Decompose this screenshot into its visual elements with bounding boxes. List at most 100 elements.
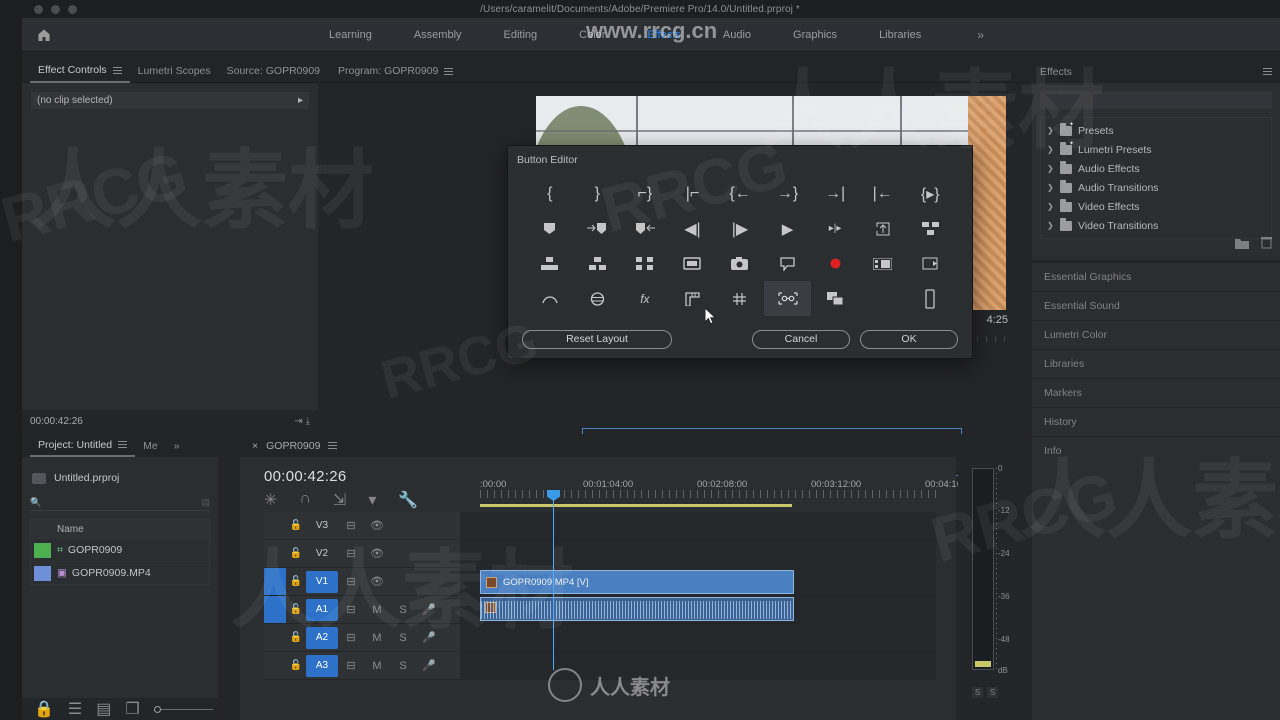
- track-content[interactable]: GOPR0909.MP4 [V]: [460, 568, 936, 595]
- track-target-toggle[interactable]: [264, 652, 286, 679]
- timeline-video-clip[interactable]: GOPR0909.MP4 [V]: [480, 570, 794, 594]
- lock-icon[interactable]: 🔓: [286, 632, 306, 643]
- track-name[interactable]: A1: [306, 598, 338, 621]
- timeline-tabs[interactable]: × GOPR0909: [240, 434, 956, 457]
- timeline-track-a1[interactable]: 🔓 A1 ⊟ M S 🎤: [264, 596, 936, 624]
- microphone-icon[interactable]: 🎤: [416, 603, 442, 616]
- icon-view-icon[interactable]: ▤: [96, 699, 111, 719]
- chevron-right-icon[interactable]: ❯: [1047, 126, 1054, 135]
- go-to-next-edit-icon[interactable]: →|: [811, 176, 859, 211]
- close-icon[interactable]: ×: [252, 440, 258, 452]
- mark-in-icon[interactable]: {: [526, 176, 574, 211]
- timeline-playhead-timecode[interactable]: 00:00:42:26: [264, 468, 347, 485]
- panel-essential-sound[interactable]: Essential Sound: [1032, 291, 1280, 320]
- chevron-right-icon[interactable]: ❯: [1047, 202, 1054, 211]
- mark-out-icon[interactable]: }: [574, 176, 622, 211]
- list-view-icon[interactable]: ☰: [68, 699, 82, 719]
- effect-controls-footer-icons[interactable]: ⇥ ⤓: [294, 416, 310, 427]
- step-forward-icon[interactable]: |▶: [716, 211, 764, 246]
- overwrite-icon[interactable]: [906, 211, 954, 246]
- export-media-icon[interactable]: [669, 246, 717, 281]
- safe-margins-icon[interactable]: [574, 281, 622, 316]
- track-target-toggle[interactable]: [264, 540, 286, 567]
- sync-lock-icon[interactable]: ⊟: [338, 575, 364, 588]
- go-to-out-icon[interactable]: →}: [764, 176, 812, 211]
- workspace-tab-libraries[interactable]: Libraries: [858, 23, 942, 47]
- track-header[interactable]: 🔓 V3 ⊟ 👁: [264, 512, 460, 539]
- track-name[interactable]: V3: [306, 515, 338, 537]
- grid-icon[interactable]: [716, 281, 764, 316]
- timeline-audio-clip[interactable]: [480, 597, 794, 621]
- eye-icon[interactable]: 👁: [364, 547, 390, 560]
- audio-solo-buttons[interactable]: S S: [972, 687, 998, 698]
- mute-icon[interactable]: M: [364, 632, 390, 644]
- table-row[interactable]: ⌗ GOPR0909: [31, 538, 209, 561]
- solo-button-right[interactable]: S: [987, 687, 998, 698]
- track-target-toggle[interactable]: [264, 568, 286, 595]
- effects-item-video-effects[interactable]: ❯ Video Effects: [1041, 197, 1271, 216]
- chevron-right-icon[interactable]: ❯: [1047, 145, 1054, 154]
- workspace-tab-audio[interactable]: Audio: [702, 23, 772, 47]
- sync-lock-icon[interactable]: ⊟: [338, 603, 364, 616]
- panel-lumetri-color[interactable]: Lumetri Color: [1032, 320, 1280, 349]
- sync-lock-icon[interactable]: ⊟: [338, 547, 364, 560]
- workspace-tab-color[interactable]: Color: [558, 23, 626, 47]
- track-header[interactable]: 🔓 A3 ⊟ M S 🎤: [264, 652, 460, 679]
- mark-selection-icon[interactable]: |⌐: [669, 176, 717, 211]
- effects-panel-footer[interactable]: [1235, 236, 1272, 254]
- ok-button[interactable]: OK: [860, 329, 958, 349]
- track-header[interactable]: 🔓 V2 ⊟ 👁: [264, 540, 460, 567]
- effects-tree[interactable]: ❯ Presets ❯ Lumetri Presets ❯ Audio Effe…: [1040, 117, 1272, 239]
- workspace-tab-learning[interactable]: Learning: [308, 23, 393, 47]
- track-content[interactable]: [460, 540, 936, 567]
- lock-icon[interactable]: 🔓: [286, 576, 306, 587]
- button-editor-footer[interactable]: Reset Layout Cancel OK: [508, 328, 972, 350]
- track-header[interactable]: 🔓 A1 ⊟ M S 🎤: [264, 596, 460, 623]
- work-area-bar[interactable]: [480, 504, 792, 507]
- tab-media-browser[interactable]: Me: [135, 434, 166, 457]
- track-content[interactable]: [460, 512, 936, 539]
- panel-info[interactable]: Info: [1032, 436, 1280, 720]
- hamburger-icon[interactable]: [1263, 66, 1272, 77]
- multicamera-icon[interactable]: [859, 246, 907, 281]
- freeform-icon[interactable]: ❐: [125, 699, 139, 719]
- track-name[interactable]: A2: [306, 626, 338, 649]
- project-panel-tabs[interactable]: Project: Untitled Me »: [22, 434, 218, 457]
- hamburger-icon[interactable]: [112, 65, 122, 76]
- go-to-previous-edit-icon[interactable]: |←: [859, 176, 907, 211]
- mark-clip-icon[interactable]: ⌐}: [621, 176, 669, 211]
- effects-item-audio-transitions[interactable]: ❯ Audio Transitions: [1041, 178, 1271, 197]
- settings-icon[interactable]: 🔧: [398, 490, 418, 510]
- timeline-track-v1[interactable]: 🔓 V1 ⊟ 👁 GOPR0909.MP4 [V]: [264, 568, 936, 596]
- chevron-right-icon[interactable]: ❯: [1047, 164, 1054, 173]
- transform-icon[interactable]: [763, 281, 812, 316]
- marker-dropdown-icon[interactable]: ▾: [368, 490, 376, 510]
- filter-icon[interactable]: ▤: [201, 497, 210, 508]
- timeline-track-a2[interactable]: 🔓 A2 ⊟ M S 🎤: [264, 624, 936, 652]
- tall-bracket-icon[interactable]: [906, 281, 954, 316]
- record-icon[interactable]: [811, 246, 859, 281]
- camera-icon[interactable]: [716, 246, 764, 281]
- search-icon[interactable]: 🔍: [30, 497, 41, 508]
- lock-icon[interactable]: 🔓: [286, 520, 306, 531]
- effects-item-video-transitions[interactable]: ❯ Video Transitions: [1041, 216, 1271, 235]
- fx-icon[interactable]: fx: [621, 281, 669, 316]
- home-icon[interactable]: [22, 28, 66, 42]
- panel-libraries[interactable]: Libraries: [1032, 349, 1280, 378]
- microphone-icon[interactable]: 🎤: [416, 659, 442, 672]
- markers-icon[interactable]: ⇲: [333, 490, 346, 510]
- effect-controls-tabs[interactable]: Effect Controls Lumetri Scopes Source: G…: [22, 60, 488, 83]
- insert-icon[interactable]: [621, 246, 669, 281]
- workspace-tab-editing[interactable]: Editing: [483, 23, 559, 47]
- hamburger-icon[interactable]: [328, 440, 338, 451]
- track-content[interactable]: [460, 624, 936, 651]
- comment-marker-icon[interactable]: [764, 246, 812, 281]
- linked-selection-icon[interactable]: ∩: [299, 490, 311, 510]
- project-bin-row[interactable]: Untitled.prproj: [22, 467, 218, 489]
- mark-split-icon[interactable]: {▸}: [906, 176, 954, 211]
- project-panel-footer[interactable]: 🔒 ☰ ▤ ❐: [22, 698, 218, 720]
- panel-essential-graphics[interactable]: Essential Graphics: [1032, 262, 1280, 291]
- panel-markers[interactable]: Markers: [1032, 378, 1280, 407]
- sync-lock-icon[interactable]: ⊟: [338, 659, 364, 672]
- extract-icon[interactable]: [574, 246, 622, 281]
